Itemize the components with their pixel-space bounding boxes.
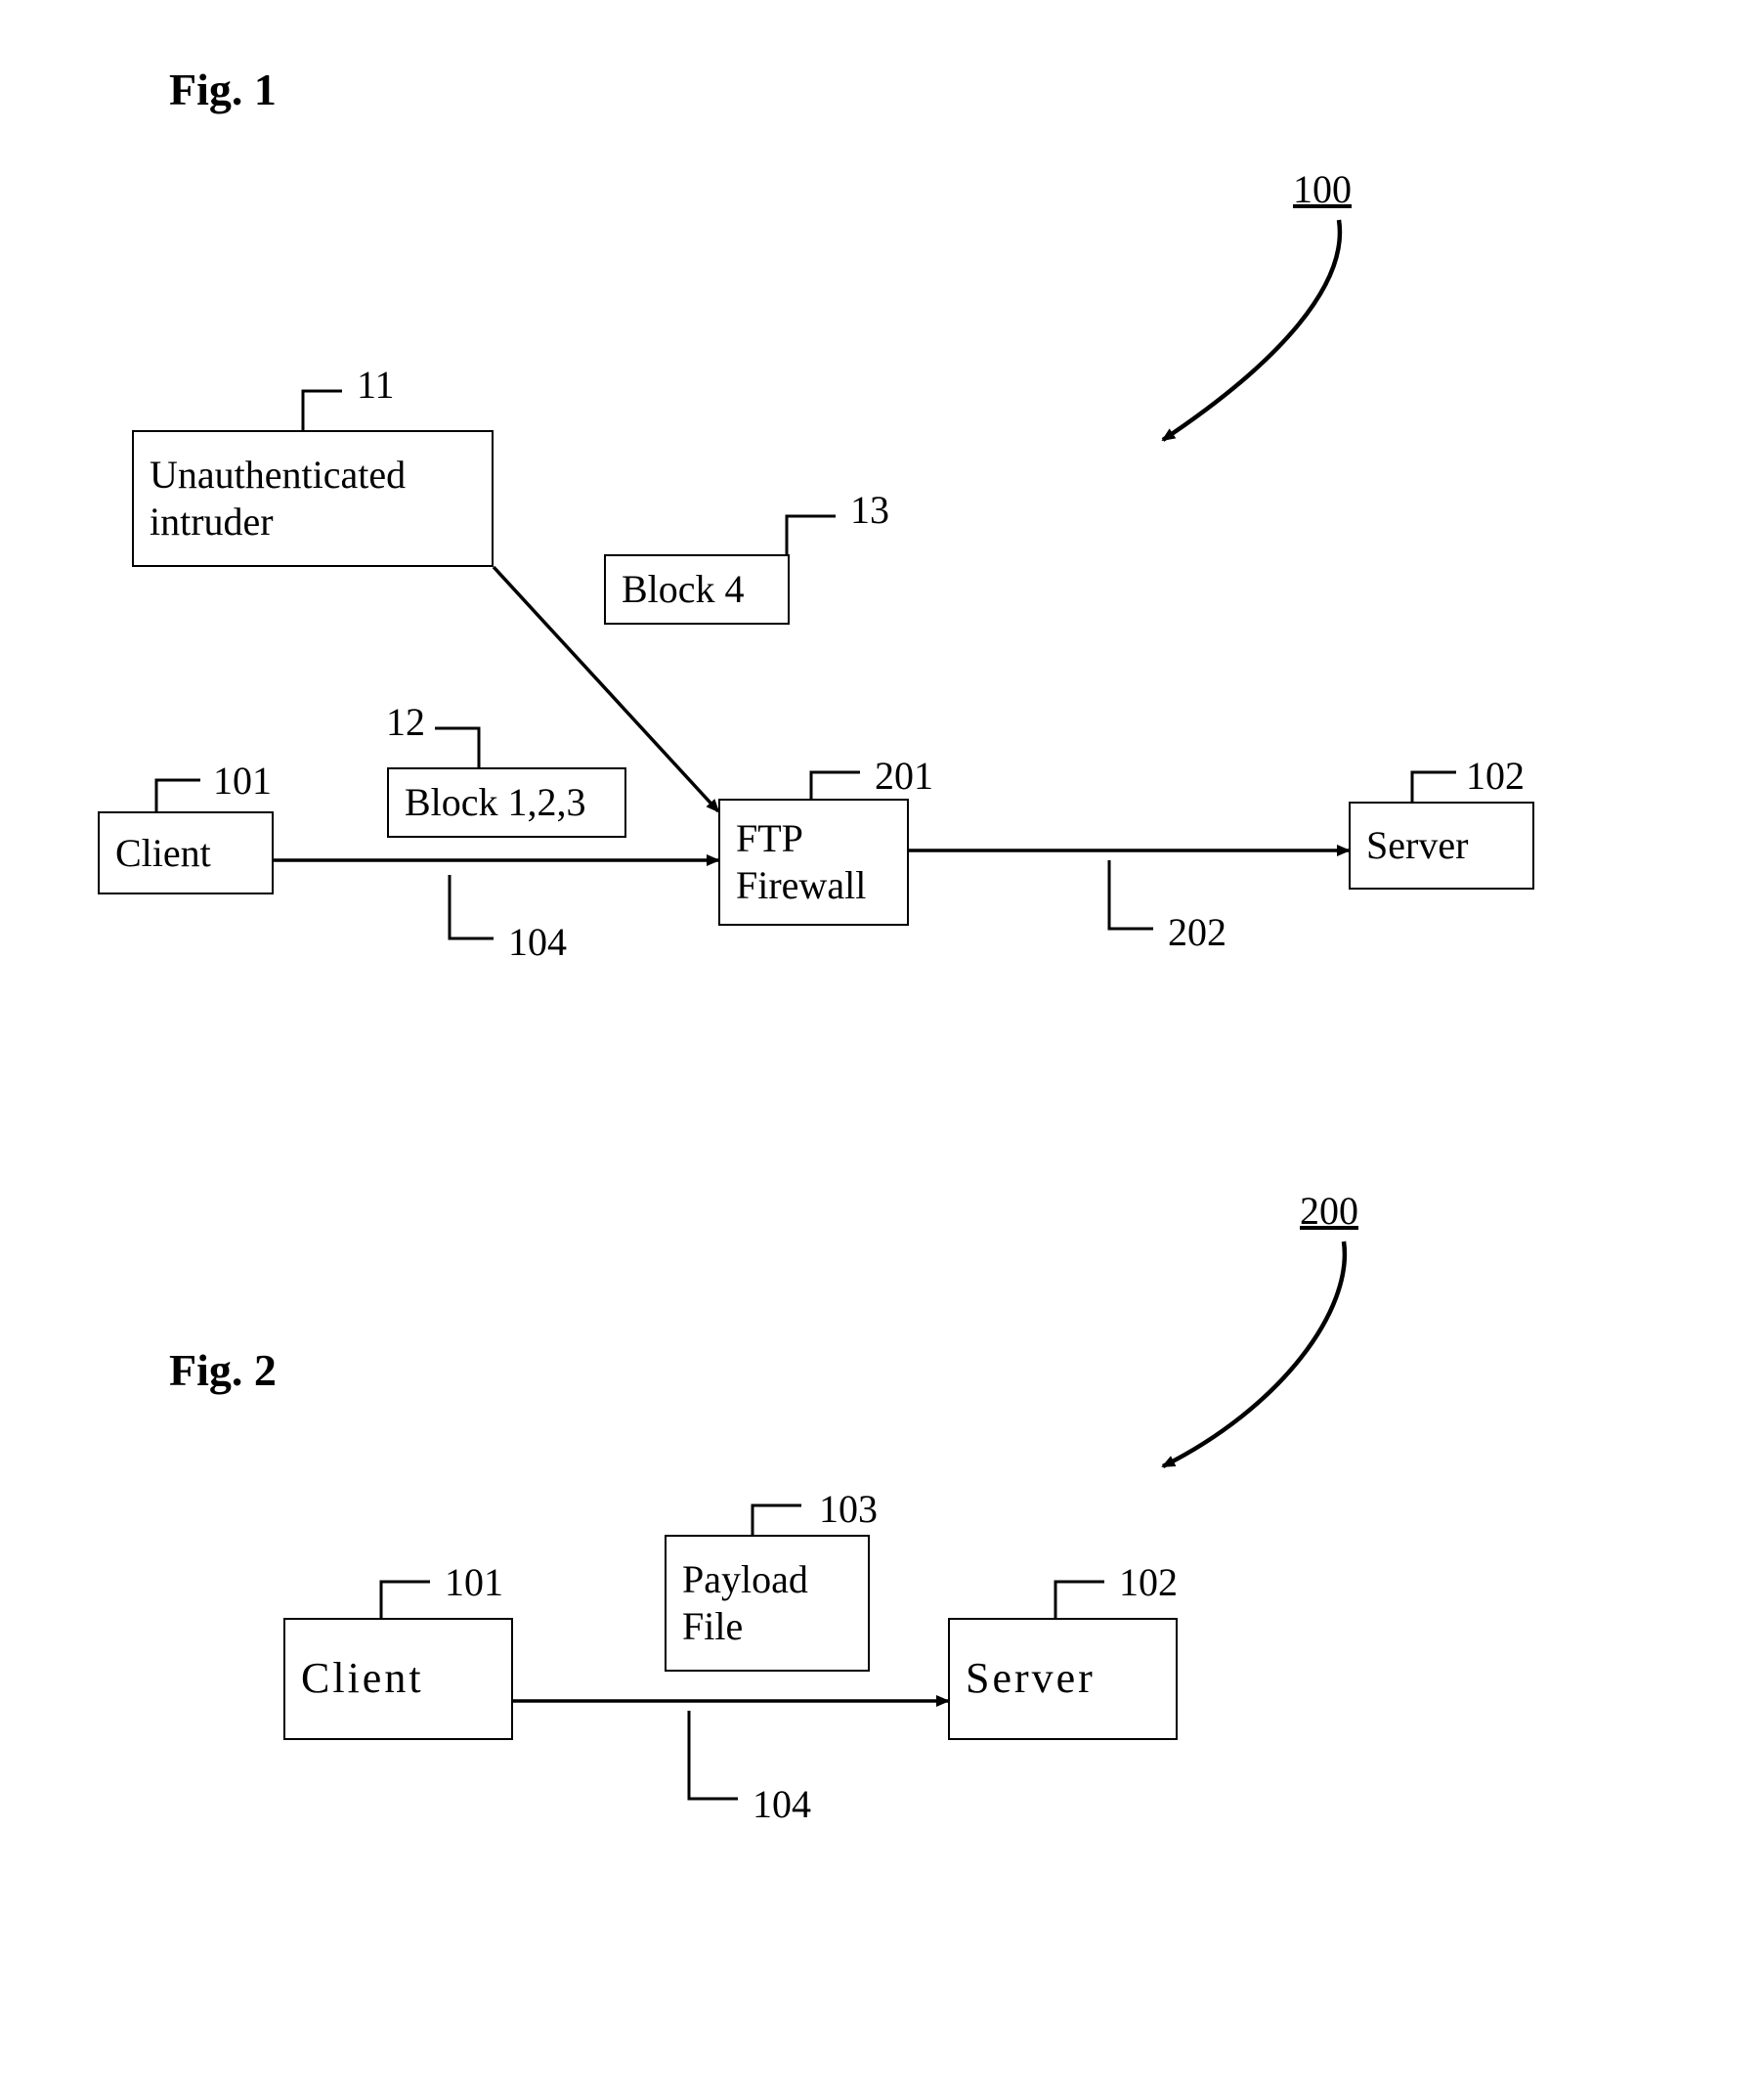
box-intruder-line1: Unauthenticated <box>150 452 476 499</box>
tick-12 <box>435 728 479 767</box>
tick-202 <box>1109 860 1153 929</box>
box-firewall-line2: Firewall <box>736 862 891 909</box>
box-block123-label: Block 1,2,3 <box>405 779 609 826</box>
box-client-fig1: Client <box>98 811 274 894</box>
arrows-svg <box>0 0 1764 2091</box>
box-block4-label: Block 4 <box>622 566 772 613</box>
fig1-ref: 100 <box>1293 166 1352 212</box>
box-payload-line2: File <box>682 1603 852 1650</box>
box-client-fig2: Client <box>283 1618 513 1740</box>
tick-104-fig2 <box>689 1711 738 1799</box>
box-firewall: FTP Firewall <box>718 799 909 926</box>
fig2-title: Fig. 2 <box>169 1344 277 1396</box>
tick-101-fig1 <box>156 780 200 811</box>
arrow-fig1-ref <box>1163 220 1340 440</box>
tick-13 <box>787 516 836 554</box>
box-server-fig2: Server <box>948 1618 1178 1740</box>
ref-server-fig1: 102 <box>1466 753 1525 799</box>
ref-payload: 103 <box>819 1486 878 1532</box>
box-server-fig1: Server <box>1349 802 1534 890</box>
arrow-fig2-ref <box>1163 1242 1345 1466</box>
ref-firewall: 201 <box>875 753 933 799</box>
fig1-title: Fig. 1 <box>169 64 277 115</box>
ref-arrow-fw-server: 202 <box>1168 909 1226 955</box>
box-server-fig2-label: Server <box>966 1653 1160 1705</box>
tick-102-fig1 <box>1412 772 1456 802</box>
ref-server-fig2: 102 <box>1119 1559 1178 1605</box>
fig2-ref: 200 <box>1300 1188 1358 1234</box>
tick-102-fig2 <box>1055 1582 1104 1618</box>
box-block123: Block 1,2,3 <box>387 767 626 838</box>
box-server-fig1-label: Server <box>1366 822 1517 869</box>
tick-103 <box>753 1505 801 1535</box>
box-intruder-line2: intruder <box>150 499 476 545</box>
tick-11 <box>303 391 342 430</box>
tick-104-fig1 <box>450 875 494 938</box>
ref-client-fig2: 101 <box>445 1559 503 1605</box>
box-client-fig1-label: Client <box>115 830 256 877</box>
box-client-fig2-label: Client <box>301 1653 495 1705</box>
ref-arrow-client-server: 104 <box>753 1781 811 1827</box>
ref-block123: 12 <box>386 699 425 745</box>
box-payload: Payload File <box>665 1535 870 1672</box>
box-payload-line1: Payload <box>682 1556 852 1603</box>
ref-client-fig1: 101 <box>213 758 272 804</box>
ref-block4: 13 <box>850 487 889 533</box>
ref-intruder: 11 <box>357 362 395 408</box>
ref-arrow-client-fw: 104 <box>508 919 567 965</box>
box-block4: Block 4 <box>604 554 790 625</box>
tick-101-fig2 <box>381 1582 430 1618</box>
tick-201 <box>811 772 860 799</box>
diagram-page: Fig. 1 100 Unauthenticated intruder 11 B… <box>0 0 1764 2091</box>
box-intruder: Unauthenticated intruder <box>132 430 494 567</box>
box-firewall-line1: FTP <box>736 815 891 862</box>
